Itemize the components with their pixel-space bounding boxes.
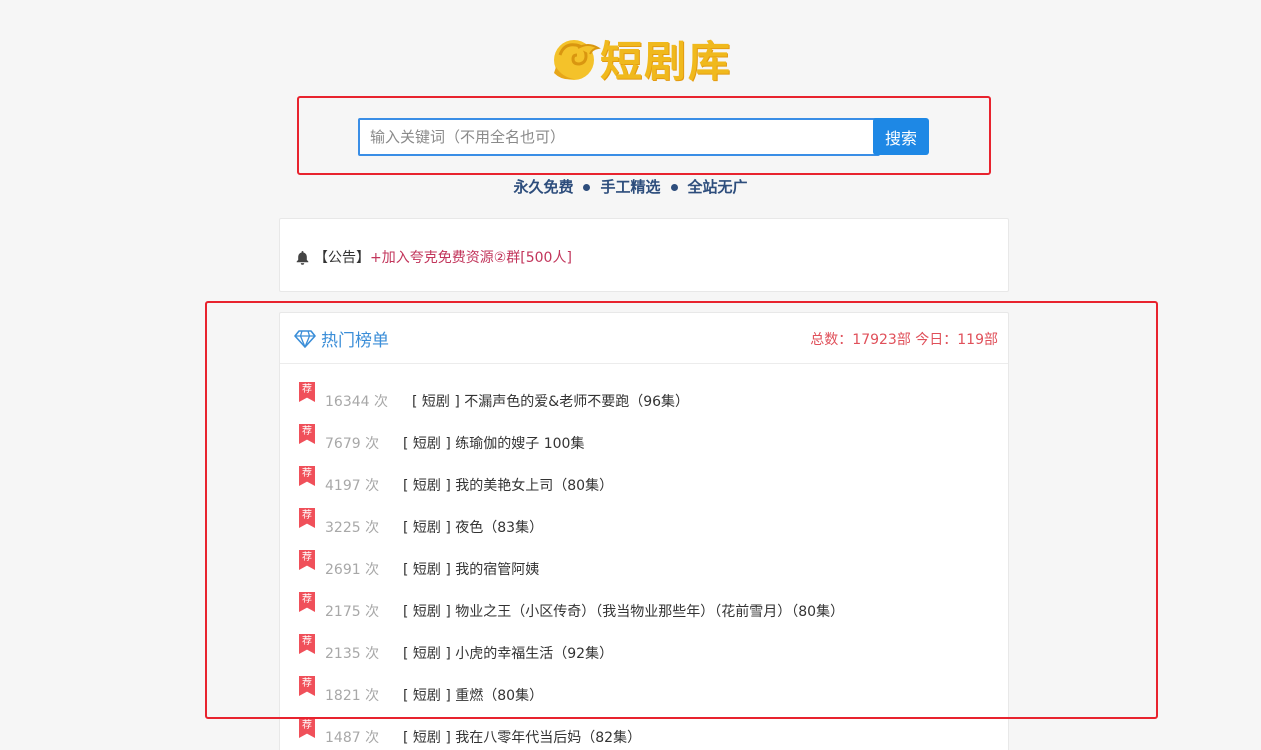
site-logo[interactable]: 短剧库 bbox=[548, 32, 732, 86]
hot-list-stats: 总数：17923部 今日：119部 bbox=[810, 332, 998, 348]
search-button[interactable]: 搜索 bbox=[873, 118, 929, 155]
drama-link[interactable]: [ 短剧 ] 小虎的幸福生活（92集） bbox=[403, 643, 613, 663]
drama-link[interactable]: [ 短剧 ] 我在八零年代当后妈（82集） bbox=[403, 727, 641, 747]
notice-prefix: 【公告】 bbox=[314, 250, 370, 266]
view-count: 2175 次 bbox=[325, 604, 380, 620]
recommend-badge: 荐 bbox=[299, 634, 315, 654]
recommend-badge: 荐 bbox=[299, 592, 315, 612]
drama-link[interactable]: [ 短剧 ] 物业之王（小区传奇）（我当物业那些年）（花前雪月）（80集） bbox=[403, 601, 844, 621]
notice-line: 【公告】 +加入夸克免费资源②群[500人] bbox=[295, 247, 572, 267]
list-item: 荐 2691 次 [ 短剧 ] 我的宿管阿姨 bbox=[280, 547, 1008, 589]
bell-icon bbox=[296, 250, 309, 265]
list-item: 荐 1821 次 [ 短剧 ] 重燃（80集） bbox=[280, 673, 1008, 715]
recommend-badge: 荐 bbox=[299, 466, 315, 486]
list-item: 荐 7679 次 [ 短剧 ] 练瑜伽的嫂子 100集 bbox=[280, 421, 1008, 463]
drama-link[interactable]: [ 短剧 ] 我的宿管阿姨 bbox=[403, 559, 539, 579]
slogan-free: 永久免费 bbox=[513, 178, 574, 196]
hot-list: 荐 16344 次 [ 短剧 ] 不漏声色的爱&老师不要跑（96集） 荐 767… bbox=[280, 379, 1008, 750]
recommend-badge: 荐 bbox=[299, 508, 315, 528]
drama-link[interactable]: [ 短剧 ] 不漏声色的爱&老师不要跑（96集） bbox=[412, 391, 689, 411]
view-count: 4197 次 bbox=[325, 478, 380, 494]
drama-link[interactable]: [ 短剧 ] 练瑜伽的嫂子 100集 bbox=[403, 433, 584, 453]
slogan-dot bbox=[583, 184, 591, 191]
view-count: 2135 次 bbox=[325, 646, 380, 662]
list-item: 荐 2135 次 [ 短剧 ] 小虎的幸福生活（92集） bbox=[280, 631, 1008, 673]
drama-link[interactable]: [ 短剧 ] 重燃（80集） bbox=[403, 685, 543, 705]
hot-list-header: 热门榜单 总数：17923部 今日：119部 bbox=[280, 313, 1008, 364]
view-count: 7679 次 bbox=[325, 436, 380, 452]
view-count: 1821 次 bbox=[325, 688, 380, 704]
view-count: 16344 次 bbox=[325, 394, 388, 410]
slogan: 永久免费 手工精选 全站无广 bbox=[0, 176, 1261, 197]
recommend-badge: 荐 bbox=[299, 550, 315, 570]
notice-panel: 【公告】 +加入夸克免费资源②群[500人] bbox=[279, 218, 1009, 292]
list-item: 荐 16344 次 [ 短剧 ] 不漏声色的爱&老师不要跑（96集） bbox=[280, 379, 1008, 421]
hot-list-title: 热门榜单 bbox=[294, 326, 389, 351]
recommend-badge: 荐 bbox=[299, 424, 315, 444]
view-count: 1487 次 bbox=[325, 730, 380, 746]
view-count: 2691 次 bbox=[325, 562, 380, 578]
recommend-badge: 荐 bbox=[299, 718, 315, 738]
view-count: 3225 次 bbox=[325, 520, 380, 536]
slogan-curated: 手工精选 bbox=[600, 178, 661, 196]
search-input[interactable] bbox=[358, 118, 880, 156]
list-item: 荐 2175 次 [ 短剧 ] 物业之王（小区传奇）（我当物业那些年）（花前雪月… bbox=[280, 589, 1008, 631]
hot-list-title-text: 热门榜单 bbox=[321, 331, 389, 351]
slogan-dot bbox=[670, 184, 678, 191]
notice-group-link[interactable]: +加入夸克免费资源②群[500人] bbox=[370, 247, 572, 267]
hot-list-panel: 热门榜单 总数：17923部 今日：119部 荐 16344 次 [ 短剧 ] … bbox=[279, 312, 1009, 750]
list-item: 荐 1487 次 [ 短剧 ] 我在八零年代当后妈（82集） bbox=[280, 715, 1008, 750]
page: 短剧库 搜索 永久免费 手工精选 全站无广 【公告】+加入夸克免费资源②群[500人… bbox=[0, 0, 1261, 750]
list-item: 荐 4197 次 [ 短剧 ] 我的美艳女上司（80集） bbox=[280, 463, 1008, 505]
recommend-badge: 荐 bbox=[299, 382, 315, 402]
drama-link[interactable]: [ 短剧 ] 我的美艳女上司（80集） bbox=[403, 475, 613, 495]
slogan-no-ads: 全站无广 bbox=[687, 178, 748, 196]
logo-cloud-icon bbox=[554, 40, 601, 80]
drama-link[interactable]: [ 短剧 ] 夜色（83集） bbox=[403, 517, 543, 537]
logo-text: 短剧库 bbox=[600, 36, 733, 86]
diamond-icon bbox=[294, 329, 316, 348]
recommend-badge: 荐 bbox=[299, 676, 315, 696]
list-item: 荐 3225 次 [ 短剧 ] 夜色（83集） bbox=[280, 505, 1008, 547]
